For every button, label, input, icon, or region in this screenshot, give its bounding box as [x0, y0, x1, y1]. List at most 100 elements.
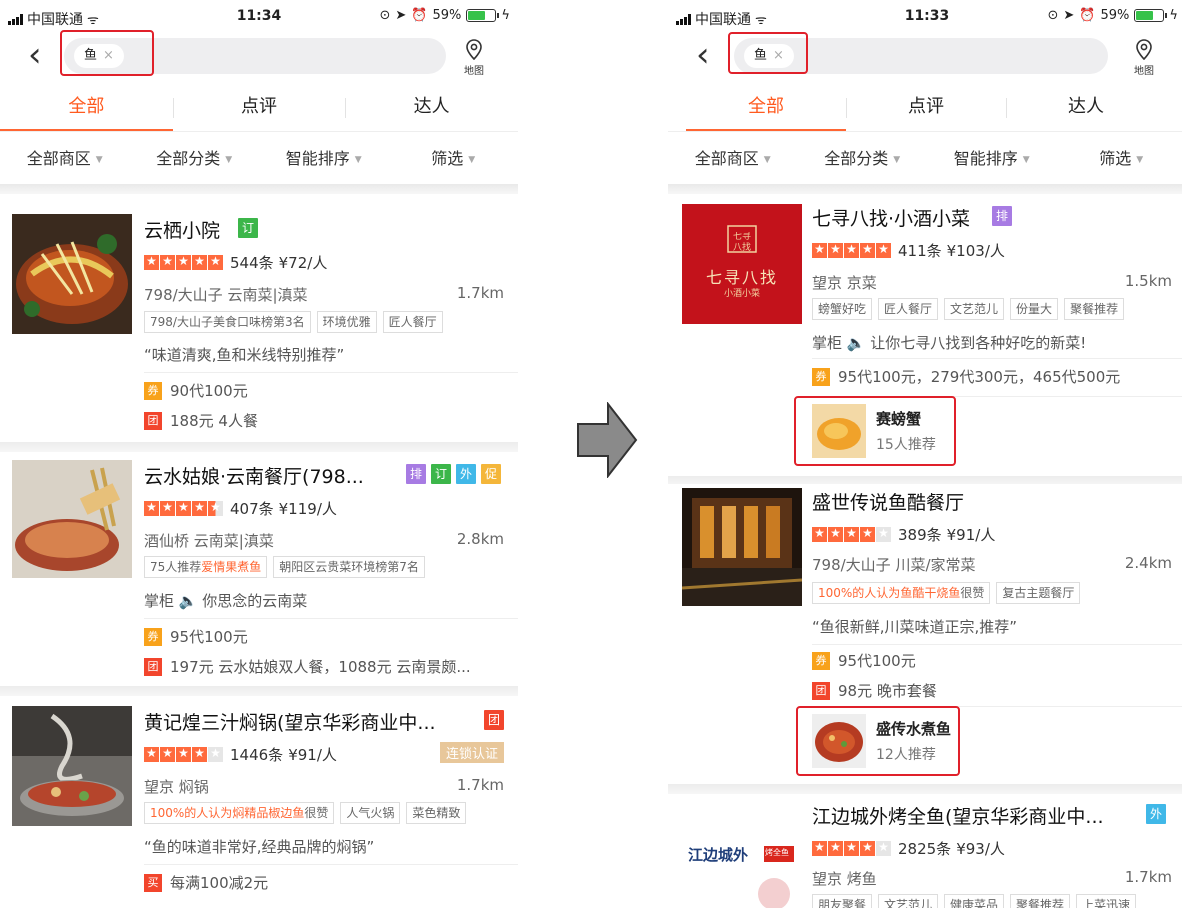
- tab-all[interactable]: 全部: [0, 88, 173, 132]
- tag: 100%的人认为焖精品椒边鱼很赞: [144, 802, 335, 824]
- star-icon: [192, 253, 207, 270]
- star-icon: [844, 241, 859, 258]
- map-pin-icon: [1132, 38, 1156, 62]
- filter-category[interactable]: 全部分类 ▼: [798, 134, 928, 184]
- filter-screen[interactable]: 筛选 ▼: [389, 134, 519, 184]
- avg-price: ¥91/人: [288, 746, 337, 764]
- filter-category[interactable]: 全部分类 ▼: [130, 134, 260, 184]
- charging-icon: ϟ: [501, 8, 510, 23]
- tag: 聚餐推荐: [1010, 894, 1071, 908]
- chevron-down-icon: ▼: [95, 155, 103, 165]
- tag: 环境优雅: [316, 311, 377, 333]
- deal-voucher[interactable]: 券 95代100元: [144, 626, 518, 647]
- highlight-box: [796, 706, 960, 776]
- back-arrow-icon[interactable]: ‹: [28, 36, 42, 74]
- result-tabs: 全部 点评 达人: [0, 88, 518, 132]
- chevron-down-icon: ▼: [354, 155, 362, 165]
- filter-sort-label: 智能排序: [285, 149, 350, 168]
- location-icon: ➤: [395, 8, 407, 23]
- badge-rank: 排: [992, 206, 1012, 226]
- filter-shadow: [668, 184, 1182, 194]
- chevron-down-icon: ▼: [225, 155, 233, 165]
- card-gap: [0, 442, 518, 452]
- rating-row: 1446条 ¥91/人: [144, 744, 337, 765]
- badge-group: 排: [992, 206, 1012, 226]
- restaurant-card[interactable]: 江边城外 烤全鱼 江边城外烤全鱼(望京华彩商业中... 外 2825条 ¥93/…: [668, 794, 1182, 908]
- deal-group[interactable]: 团 98元 晚市套餐: [812, 680, 1182, 701]
- badge-delivery: 外: [456, 464, 476, 484]
- deal-group[interactable]: 团 188元 4人餐: [144, 410, 518, 431]
- badge-group: 排 订 外 促: [406, 464, 501, 484]
- rating-row: 407条 ¥119/人: [144, 498, 337, 519]
- tag-text: 75人推荐: [150, 560, 202, 574]
- deal-text: 90代100元: [170, 382, 248, 400]
- tag: 匠人餐厅: [382, 311, 443, 333]
- card-gap: [668, 784, 1182, 794]
- restaurant-card[interactable]: 七寻八找 七寻八找 小酒小菜 七寻八找·小酒小菜 排 411条 ¥103/人 望…: [668, 194, 1182, 476]
- restaurant-card[interactable]: 云栖小院 订 544条 ¥72/人 798/大山子 云南菜|滇菜 1.7km 7…: [0, 196, 518, 442]
- tag: 人气火锅: [340, 802, 401, 824]
- rating-row: 2825条 ¥93/人: [812, 838, 1005, 859]
- result-tabs: 全部 点评 达人: [686, 88, 1166, 132]
- deal-voucher[interactable]: 券 95代100元: [812, 650, 1182, 671]
- tag: 798/大山子美食口味榜第3名: [144, 311, 311, 333]
- restaurant-card[interactable]: 黄记煌三汁焖锅(望京华彩商业中... 团 1446条 ¥91/人 连锁认证 望京…: [0, 696, 518, 908]
- tag-list: 100%的人认为鱼酷干烧鱼很赞 复古主题餐厅: [812, 582, 1081, 604]
- filter-area-label: 全部商区: [26, 149, 91, 168]
- deal-voucher[interactable]: 券 90代100元: [144, 380, 518, 401]
- tab-reviews[interactable]: 点评: [172, 88, 346, 132]
- group-buy-icon: 团: [144, 657, 162, 676]
- distance: 1.5km: [1124, 272, 1172, 290]
- map-button[interactable]: 地图: [454, 38, 494, 77]
- status-bar: 中国联通 ᯤ 11:33 ⊙ ➤ ⏰ 59% ϟ: [668, 0, 1182, 34]
- filter-category-label: 全部分类: [156, 149, 221, 168]
- deal-group[interactable]: 团 197元 云水姑娘双人餐，1088元 云南景颇...: [144, 656, 504, 677]
- restaurant-photo: [12, 214, 132, 334]
- chevron-down-icon: ▼: [1022, 155, 1030, 165]
- deal-discount[interactable]: 买每满100减2元: [144, 872, 518, 893]
- deal-text: 197元 云水姑娘双人餐，1088元 云南景颇...: [170, 658, 471, 676]
- lock-rotation-icon: ⊙: [1047, 8, 1059, 23]
- restaurant-name: 盛世传说鱼酷餐厅: [812, 492, 965, 514]
- filter-sort[interactable]: 智能排序 ▼: [927, 134, 1057, 184]
- battery-percent: 59%: [432, 8, 462, 23]
- voucher-icon: 券: [144, 627, 162, 646]
- deal-voucher[interactable]: 券 95代100元，279代300元，465代500元: [812, 366, 1182, 387]
- badge-promo: 促: [481, 464, 501, 484]
- deal-text: 188元 4人餐: [170, 412, 258, 430]
- tag: 100%的人认为鱼酷干烧鱼很赞: [812, 582, 991, 604]
- right-screen: 中国联通 ᯤ 11:33 ⊙ ➤ ⏰ 59% ϟ ‹ 鱼 × 地图 全部 点评: [668, 0, 1182, 908]
- discount-icon: 买: [144, 873, 162, 892]
- tag: 75人推荐爱情果煮鱼: [144, 556, 268, 578]
- tab-experts[interactable]: 达人: [1006, 88, 1166, 132]
- star-icon: [144, 745, 159, 762]
- filter-screen[interactable]: 筛选 ▼: [1057, 134, 1182, 184]
- deal-text: 95代100元: [838, 652, 916, 670]
- star-icon: [828, 525, 843, 542]
- filter-sort[interactable]: 智能排序 ▼: [259, 134, 389, 184]
- restaurant-photo: [12, 460, 132, 578]
- tab-reviews[interactable]: 点评: [846, 88, 1006, 132]
- restaurant-photo: [682, 488, 802, 606]
- tag-highlight: 爱情果煮鱼: [201, 560, 262, 574]
- review-count: 411条: [898, 242, 942, 260]
- tag: 文艺范儿: [944, 298, 1005, 320]
- tag: 朝阳区云贵菜环境榜第7名: [273, 556, 425, 578]
- filter-area[interactable]: 全部商区 ▼: [668, 134, 798, 184]
- tab-experts[interactable]: 达人: [345, 88, 518, 132]
- area-cuisine: 望京 京菜: [812, 274, 877, 292]
- tag-text: 很赞: [304, 806, 329, 820]
- review-quote: “鱼的味道非常好,经典品牌的焖锅”: [144, 838, 375, 856]
- tab-all[interactable]: 全部: [686, 88, 846, 132]
- logo-seal: 七寻八找: [732, 232, 751, 253]
- tag: 健康菜品: [944, 894, 1005, 908]
- tag-list: 螃蟹好吃 匠人餐厅 文艺范儿 份量大 聚餐推荐: [812, 298, 1125, 320]
- tabs-divider: [668, 131, 1182, 132]
- restaurant-card[interactable]: 盛世传说鱼酷餐厅 389条 ¥91/人 798/大山子 川菜/家常菜 2.4km…: [668, 484, 1182, 784]
- area-cuisine: 望京 焖锅: [144, 778, 209, 796]
- filter-area[interactable]: 全部商区 ▼: [0, 134, 130, 184]
- restaurant-card[interactable]: 云水姑娘·云南餐厅(798... 排 订 外 促 407条 ¥119/人 酒仙桥…: [0, 452, 518, 690]
- tag-highlight: 100%的人认为: [818, 586, 901, 600]
- map-button[interactable]: 地图: [1124, 38, 1164, 77]
- back-arrow-icon[interactable]: ‹: [696, 36, 710, 74]
